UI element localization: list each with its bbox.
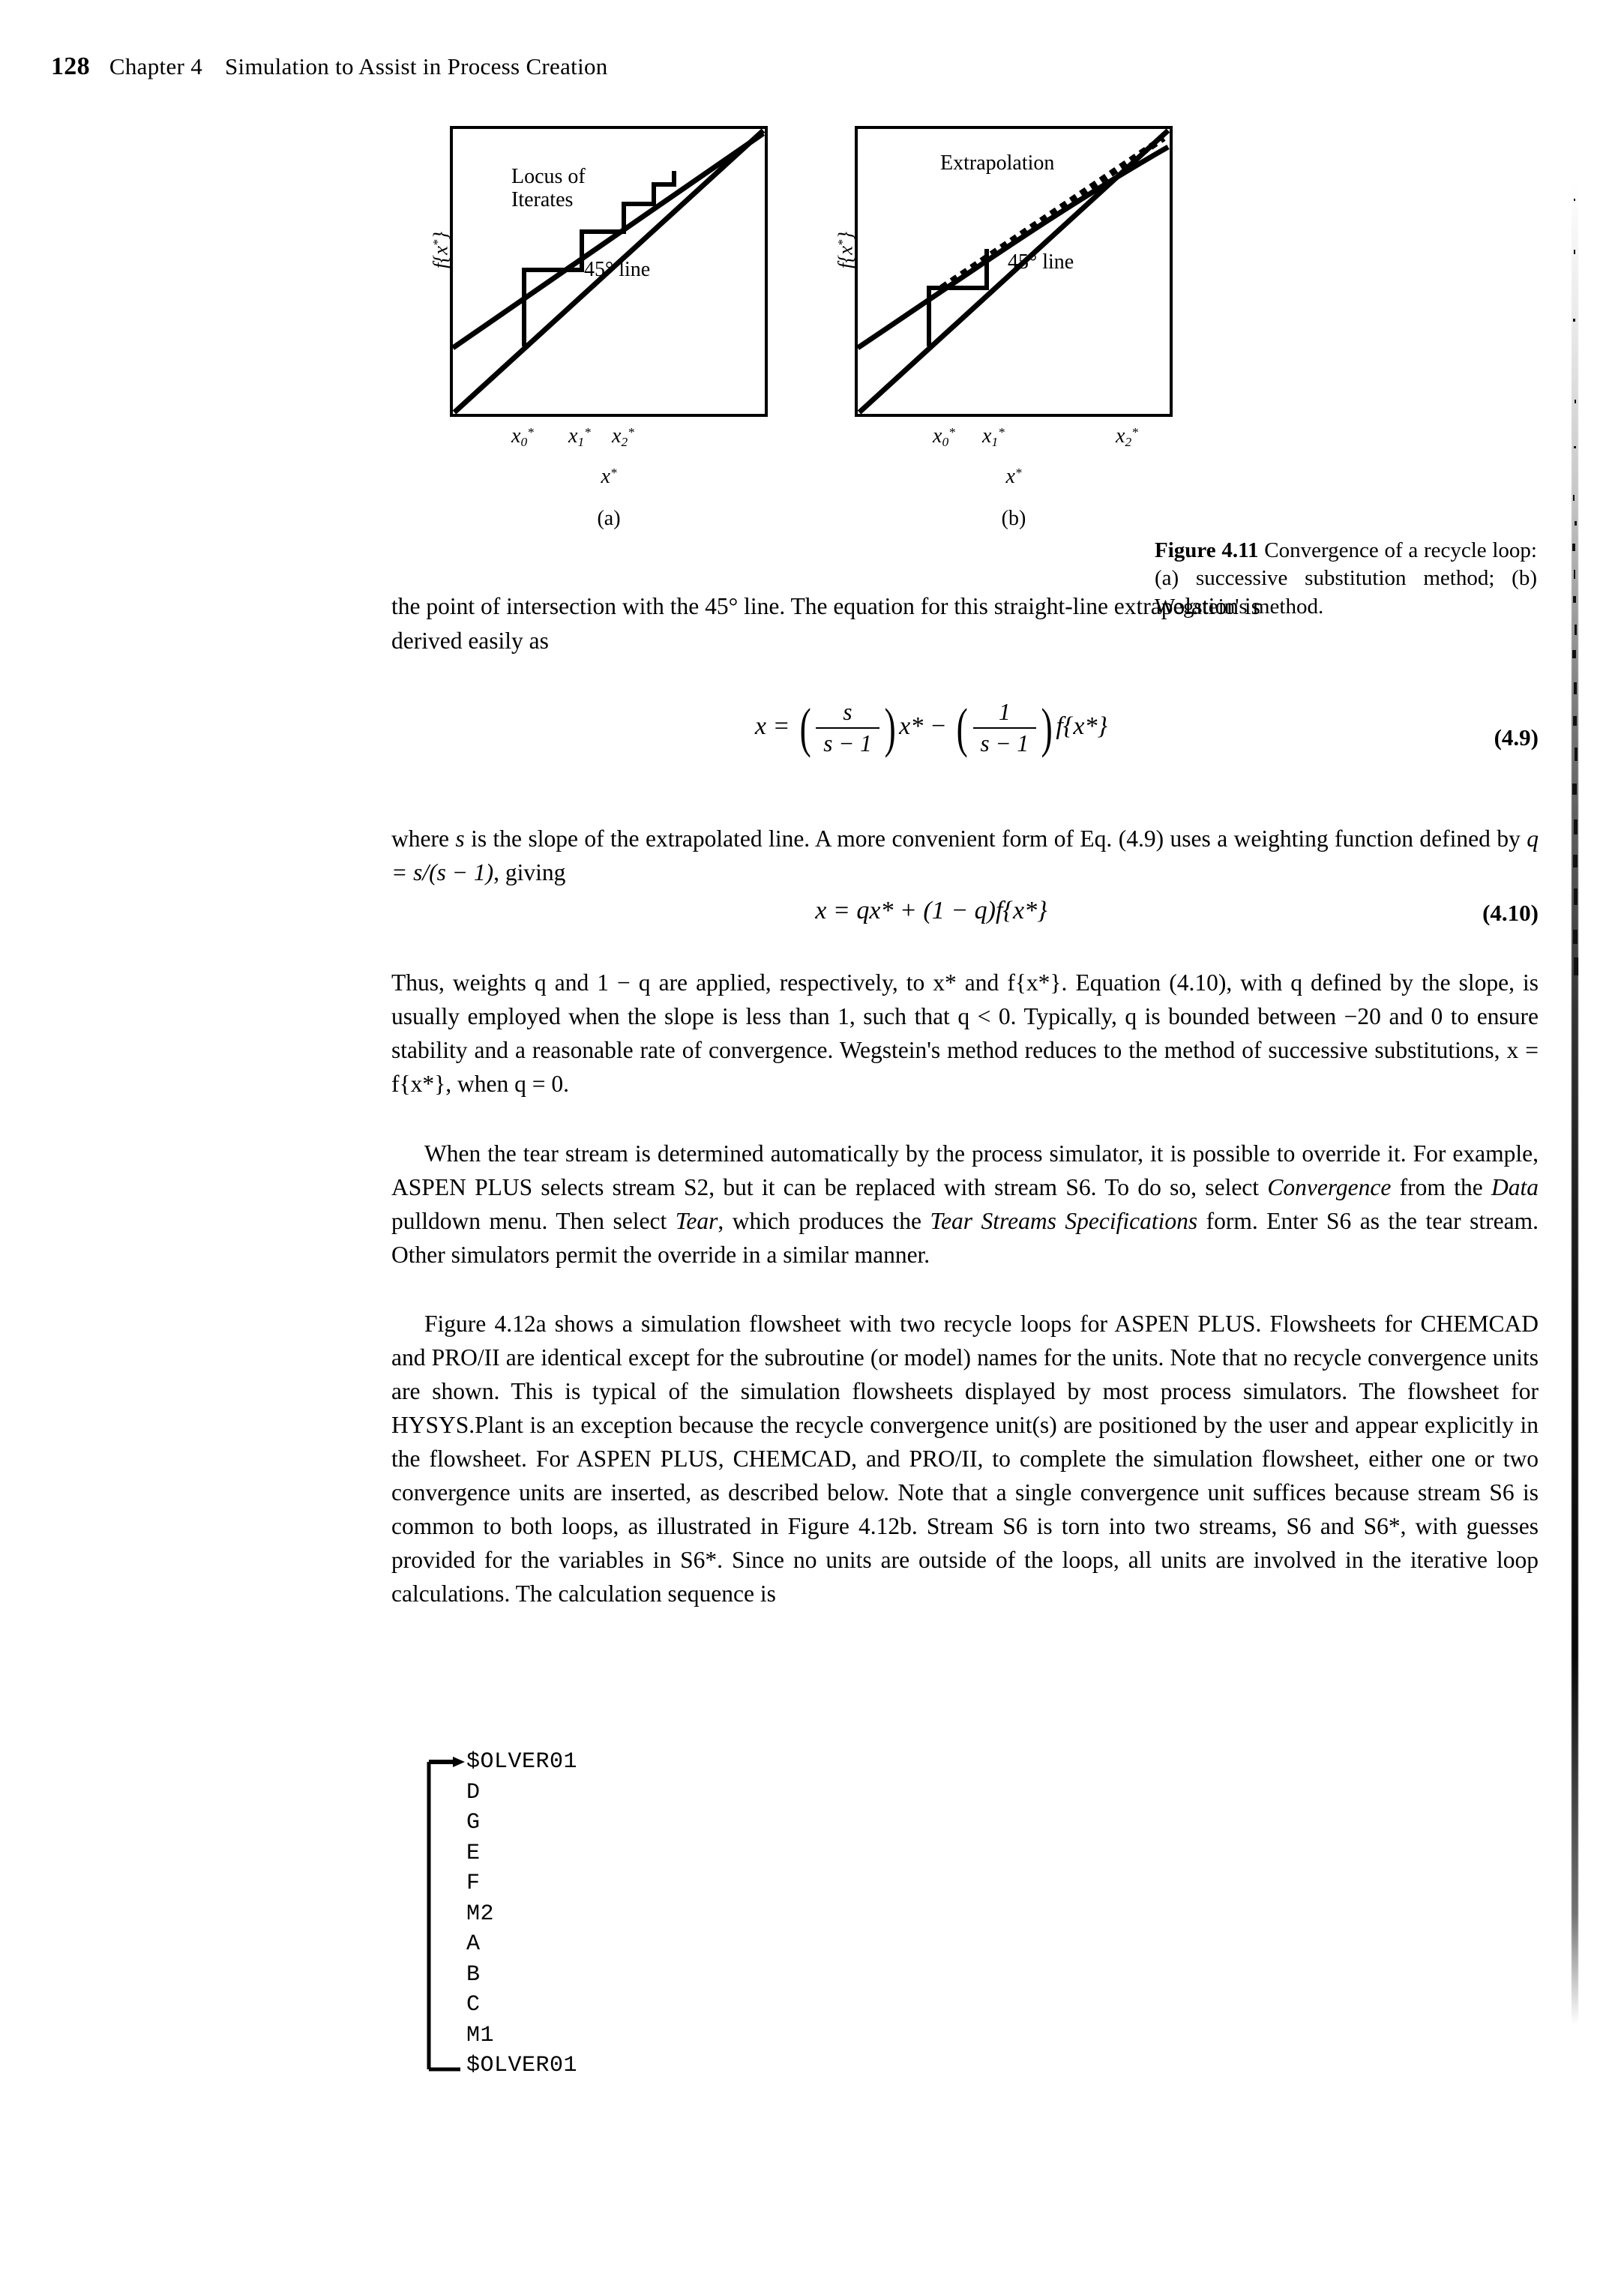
sequence-items: $OLVER01 D G E F M2 A B C M1 $OLVER01 xyxy=(466,1747,577,2081)
panel-a-tick-labels: x0* x1* x2* xyxy=(511,424,634,449)
sequence-item: E xyxy=(466,1840,481,1866)
page-number: 128 xyxy=(51,52,90,80)
figure-caption-lead: Figure 4.11 xyxy=(1155,538,1259,562)
loop-bracket-icon xyxy=(427,1757,465,2072)
equation-4-9-number: (4.9) xyxy=(1494,724,1539,751)
running-head: 128 Chapter 4 Simulation to Assist in Proc… xyxy=(51,52,608,81)
figure-panel-a: f{x*} Locus of Iterates 45° line x0* x1*… xyxy=(430,126,768,530)
panel-b-annotation-extrapolation: Extrapolation xyxy=(940,151,1055,175)
p4-c: pulldown menu. Then select xyxy=(391,1208,676,1235)
equation-4-10: x = qx* + (1 − q)f{x*} (4.10) xyxy=(391,897,1539,949)
chapter-title: Simulation to Assist in Process Creation xyxy=(225,53,608,79)
p1-line1: the point of intersection with the 45° l… xyxy=(391,593,1260,619)
p4-menu-data: Data xyxy=(1491,1174,1539,1201)
paragraph-weights: Thus, weights q and 1 − q are applied, r… xyxy=(391,969,1539,1098)
paragraph-intersection-cont: derived easily as xyxy=(391,624,1539,658)
sequence-item: A xyxy=(466,1931,481,1957)
p4-d: , which produces the xyxy=(718,1208,930,1235)
equation-4-10-body: x = qx* + (1 − q)f{x*} xyxy=(815,897,1047,924)
p1-line2: derived easily as xyxy=(391,628,549,654)
panel-b-plot-area: Extrapolation 45° line xyxy=(855,126,1173,417)
eq49-close-paren-2: ) xyxy=(1041,697,1053,758)
panel-b-annotation-45line: 45° line xyxy=(1008,250,1074,274)
sequence-item: G xyxy=(466,1810,481,1835)
panel-a-y-axis-label: f{x*} xyxy=(429,231,452,269)
p4-form-name: Tear Streams Specifications xyxy=(930,1208,1198,1235)
sequence-item: C xyxy=(466,1992,481,2018)
p4-b: from the xyxy=(1391,1174,1491,1201)
sequence-item: B xyxy=(466,1961,481,1988)
p4-menu-convergence: Convergence xyxy=(1267,1174,1392,1201)
panel-a-plot-area: Locus of Iterates 45° line xyxy=(450,126,768,417)
panel-b-x-axis-label: x* xyxy=(1005,465,1022,488)
panel-a-annotation-45line: 45° line xyxy=(584,258,651,281)
scanned-page: 128 Chapter 4 Simulation to Assist in Proc… xyxy=(0,0,1624,2286)
eq49-frac1-numerator: s xyxy=(816,699,879,729)
sequence-item: D xyxy=(466,1779,481,1805)
equation-4-10-number: (4.10) xyxy=(1482,900,1539,926)
panel-b-tick-labels: x0* x1* x2* xyxy=(933,424,1138,449)
panel-a-annotation-locus: Locus of Iterates xyxy=(511,165,586,212)
p2-c: , giving xyxy=(493,859,566,886)
eq49-frac1-denominator: s − 1 xyxy=(823,730,872,757)
panel-b-name: (b) xyxy=(1001,507,1026,530)
p2-a: where xyxy=(391,825,456,852)
sequence-item: M2 xyxy=(466,1901,495,1927)
eq49-fraction-1: ss − 1 xyxy=(816,699,879,757)
sequence-item: F xyxy=(466,1871,481,1896)
p2-b: is the slope of the extrapolated line. A… xyxy=(464,825,1527,852)
p2-symbol-s: s xyxy=(455,825,465,852)
sequence-item: M1 xyxy=(466,2022,495,2048)
eq49-lhs: x = xyxy=(754,712,790,740)
eq49-close-paren-1: ) xyxy=(884,697,896,758)
paragraph-flowsheet: Figure 4.12a shows a simulation flowshee… xyxy=(391,1311,1539,1607)
figure-panel-b: f{x*} Extrapolation 45° line x0* x1* x2*… xyxy=(834,126,1173,530)
panel-b-y-axis-label: f{x*} xyxy=(834,231,857,269)
eq49-tail: f{x*} xyxy=(1056,712,1108,740)
eq49-fraction-2: 1s − 1 xyxy=(972,699,1037,757)
eq49-open-paren-1: ( xyxy=(799,697,811,758)
eq49-open-paren-2: ( xyxy=(956,697,968,758)
equation-4-9: x = (s s − 1) x* − (1 s − 1) f{x*} (4.9) xyxy=(391,699,1539,781)
figure-4-11: f{x*} Locus of Iterates 45° line x0* x1*… xyxy=(0,126,1624,619)
sequence-item: $OLVER01 xyxy=(466,1749,578,1775)
panel-a-x-axis-label: x* xyxy=(601,465,617,488)
equation-4-9-body: x = (s s − 1) x* − (1 s − 1) f{x*} xyxy=(391,699,1471,757)
sequence-item: $OLVER01 xyxy=(466,2053,578,2078)
eq49-frac2-denominator: s − 1 xyxy=(980,730,1029,757)
panel-a-name: (a) xyxy=(597,507,621,530)
eq49-frac2-numerator: 1 xyxy=(972,699,1037,729)
paragraph-slope: where s is the slope of the extrapolated… xyxy=(391,822,1539,889)
eq49-middle: x* − xyxy=(899,712,947,740)
paragraph-intersection: the point of intersection with the 45° l… xyxy=(391,589,1539,623)
chapter-label: Chapter 4 xyxy=(109,53,202,79)
paragraph-tear-stream: When the tear stream is determined autom… xyxy=(391,1137,1539,1272)
p4-menu-tear: Tear xyxy=(675,1208,718,1235)
